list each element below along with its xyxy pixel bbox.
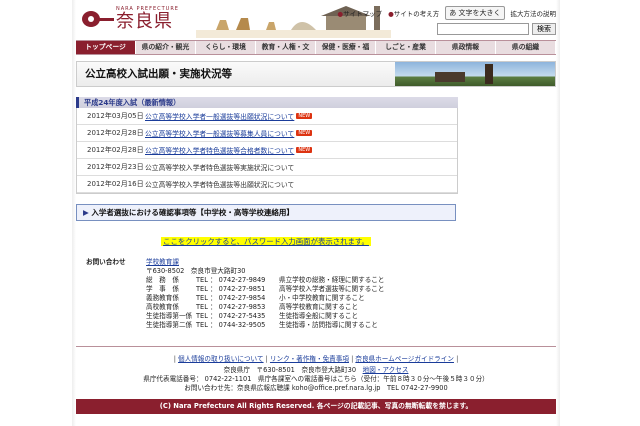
news-link[interactable]: 公立高等学校入学者特色選抜等出願状況について <box>145 179 294 189</box>
news-link[interactable]: 公立高等学校入学者一般選抜等募集人員について <box>145 128 294 138</box>
sitemap-link[interactable]: ●サイトマップ <box>337 8 382 18</box>
list-item: 2012年02月16日 公立高等学校入学者特色選抜等出願状況について <box>77 176 457 193</box>
new-badge: NEW <box>296 130 313 136</box>
nav-government[interactable]: 県政情報 <box>436 41 496 54</box>
guideline-link[interactable]: 奈良県ホームページガイドライン <box>355 355 454 363</box>
utility-links: ●サイトマップ ●サイトの考え方 あ 文字を大きく 拡大方法の説明 <box>337 6 556 20</box>
dept-link[interactable]: 学校教育課 <box>146 258 179 266</box>
news-heading: 平成24年度入試（最新情報） <box>76 97 458 108</box>
news-link[interactable]: 公立高等学校入学者特色選抜等実施状況について <box>145 162 294 172</box>
contact-row: 義務教育係 TEL ： 0742-27-9854 小・中学校教育に関すること <box>146 294 365 302</box>
nav-living[interactable]: くらし・環境 <box>196 41 256 54</box>
right-border <box>556 0 560 426</box>
password-notice: ここをクリックすると、パスワード入力画面が表示されます。 <box>76 229 456 248</box>
list-item: 2012年02月28日 公立高等学校入学者一般選抜等募集人員について NEW <box>77 125 457 142</box>
confirm-items-label: 入学者選抜における確認事項等【中学校・高等学校連絡用】 <box>91 208 294 217</box>
nav-introduction[interactable]: 県の紹介・観光 <box>136 41 196 54</box>
access-link[interactable]: 地図・アクセス <box>363 366 409 374</box>
page-container: NARA PREFECTURE 奈良県 ●サイトマップ ●サイトの考え方 あ 文… <box>76 0 556 330</box>
news-date: 2012年02月28日 <box>87 146 144 154</box>
logo-japanese: 奈良県 <box>116 11 173 32</box>
temple-photo <box>395 62 555 86</box>
phone-info: 県庁代表電話番号： 0742-22-1101 県庁各課室への電話番号はこちら（受… <box>143 375 489 383</box>
copyright-bar: (C) Nara Prefecture All Rights Reserved.… <box>76 399 556 414</box>
expand-help-link[interactable]: 拡大方法の説明 <box>511 8 557 18</box>
confirm-items-box[interactable]: ▶ 入学者選抜における確認事項等【中学校・高等学校連絡用】 <box>76 204 456 221</box>
search-input[interactable] <box>437 23 529 35</box>
contact-row: 学 事 係 TEL ： 0742-27-9851 高等学校入学者選抜等に関すること <box>146 285 385 293</box>
global-nav: トップページ 県の紹介・観光 くらし・環境 教育・人権・文 保健・医療・福 しご… <box>76 40 556 55</box>
nav-organization[interactable]: 県の組織 <box>496 41 556 54</box>
contact-label: お問い合わせ <box>86 258 126 266</box>
nav-education[interactable]: 教育・人権・文 <box>256 41 316 54</box>
site-header: NARA PREFECTURE 奈良県 ●サイトマップ ●サイトの考え方 あ 文… <box>76 0 556 40</box>
list-item: 2012年02月23日 公立高等学校入学者特色選抜等実施状況について <box>77 159 457 176</box>
contact-row: 高校教育係 TEL ： 0742-27-9853 高等学校教育に関すること <box>146 303 359 311</box>
news-date: 2012年02月28日 <box>87 129 144 137</box>
password-link[interactable]: ここをクリックすると、パスワード入力画面が表示されます。 <box>161 237 371 246</box>
search-form: 検索 <box>437 23 556 35</box>
site-logo[interactable]: NARA PREFECTURE 奈良県 <box>82 6 179 32</box>
footer-links: | 個人情報の取り扱いについて | リンク・著作権・免責事項 | 奈良県ホームペ… <box>173 355 459 363</box>
nav-health[interactable]: 保健・医療・福 <box>316 41 376 54</box>
inquiry-info: お問い合わせ先：奈良県広報広聴課 koho@office.pref.nara.l… <box>184 384 448 392</box>
news-date: 2012年02月23日 <box>87 163 144 171</box>
copyright-link[interactable]: リンク・著作権・免責事項 <box>270 355 349 363</box>
contact-row: 生徒指導第一係 TEL ： 0742-27-5435 生徒指導全般に関すること <box>146 312 359 320</box>
contact-row: 生徒指導第二係 TEL ： 0744-32-9505 生徒指導・訪問指導に関すること <box>146 321 378 329</box>
font-size-button[interactable]: あ 文字を大きく <box>445 6 505 20</box>
list-item: 2012年02月28日 公立高等学校入学者特色選抜等合格者数について NEW <box>77 142 457 159</box>
news-section: 平成24年度入試（最新情報） 2012年03月05日 公立高等学校入学者一般選抜… <box>76 97 458 194</box>
nav-top[interactable]: トップページ <box>76 41 136 54</box>
nav-work[interactable]: しごと・産業 <box>376 41 436 54</box>
footer-info: 奈良県庁 〒630-8501 奈良市登大路町30 地図・アクセス 県庁代表電話番… <box>76 366 556 393</box>
page-title-bar: 公立高校入試出願・実施状況等 <box>76 61 556 87</box>
news-list: 2012年03月05日 公立高等学校入学者一般選抜等出願状況について NEW 20… <box>76 108 458 194</box>
privacy-link[interactable]: 個人情報の取り扱いについて <box>178 355 264 363</box>
site-policy-link[interactable]: ●サイトの考え方 <box>388 8 439 18</box>
list-item: 2012年03月05日 公立高等学校入学者一般選抜等出願状況について NEW <box>77 108 457 125</box>
contact-address: 〒630-8502 奈良市登大路町30 <box>146 267 246 275</box>
office-address: 奈良県庁 〒630-8501 奈良市登大路町30 <box>223 366 357 374</box>
contact-section: お問い合わせ 学校教育課 〒630-8502 奈良市登大路町30 総 務 係 TE… <box>76 258 456 330</box>
search-button[interactable]: 検索 <box>532 23 556 35</box>
news-date: 2012年02月16日 <box>87 180 144 188</box>
site-footer: | 個人情報の取り扱いについて | リンク・著作権・免責事項 | 奈良県ホームペ… <box>76 346 556 414</box>
new-badge: NEW <box>296 113 313 119</box>
news-link[interactable]: 公立高等学校入学者一般選抜等出願状況について <box>145 111 294 121</box>
news-link[interactable]: 公立高等学校入学者特色選抜等合格者数について <box>145 145 294 155</box>
news-date: 2012年03月05日 <box>87 112 144 120</box>
new-badge: NEW <box>296 147 313 153</box>
key-emblem-icon <box>82 8 114 30</box>
contact-row: 総 務 係 TEL ： 0742-27-9849 県立学校の総務・経理に関すること <box>146 276 385 284</box>
